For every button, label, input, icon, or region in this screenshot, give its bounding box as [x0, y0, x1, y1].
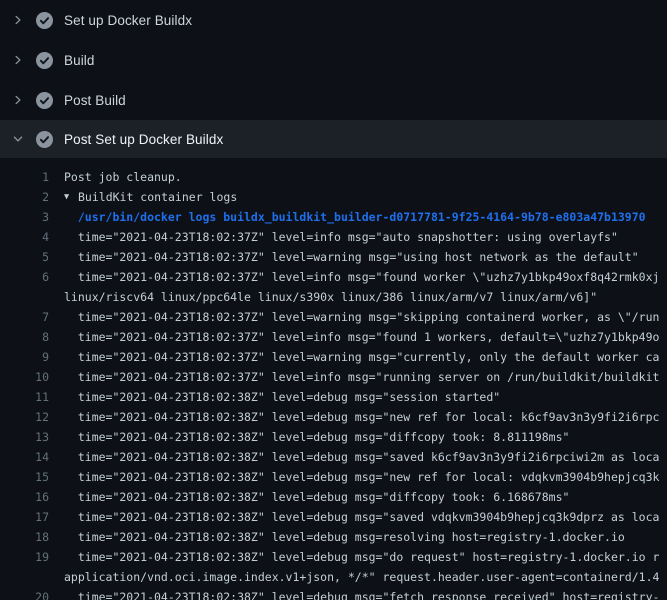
step-title: Set up Docker Buildx [64, 13, 192, 28]
log-text: time="2021-04-23T18:02:38Z" level=debug … [64, 587, 659, 600]
log-line: 1 Post job cleanup. [0, 167, 667, 187]
log-line: 16 time="2021-04-23T18:02:38Z" level=deb… [0, 487, 667, 507]
line-number[interactable]: 1 [0, 167, 49, 187]
log-line: 14 time="2021-04-23T18:02:38Z" level=deb… [0, 447, 667, 467]
line-number[interactable]: 13 [0, 427, 49, 447]
log-text: time="2021-04-23T18:02:38Z" level=debug … [64, 487, 569, 507]
log-text: time="2021-04-23T18:02:38Z" level=debug … [64, 407, 659, 427]
log-line: 11 time="2021-04-23T18:02:38Z" level=deb… [0, 387, 667, 407]
check-circle-icon [36, 92, 53, 109]
log-text: time="2021-04-23T18:02:37Z" level=info m… [64, 327, 659, 347]
group-label: BuildKit container logs [78, 190, 237, 204]
chevron-icon [12, 133, 24, 145]
group-toggle-icon[interactable]: ▼ [64, 187, 78, 207]
log-text: time="2021-04-23T18:02:38Z" level=debug … [64, 427, 569, 447]
log-line: 19 time="2021-04-23T18:02:38Z" level=deb… [0, 547, 667, 567]
log-text: time="2021-04-23T18:02:38Z" level=debug … [64, 507, 659, 527]
step-header-4[interactable]: Post Set up Docker Buildx [0, 120, 667, 158]
log-lines: 1 Post job cleanup. 2 ▼BuildKit containe… [0, 158, 667, 600]
line-number[interactable]: 20 [0, 587, 49, 600]
step-header-3[interactable]: Post Build [0, 80, 667, 120]
check-circle-icon [36, 131, 53, 148]
log-line: 13 time="2021-04-23T18:02:38Z" level=deb… [0, 427, 667, 447]
log-line: 15 time="2021-04-23T18:02:38Z" level=deb… [0, 467, 667, 487]
line-number[interactable]: 10 [0, 367, 49, 387]
line-number[interactable]: 11 [0, 387, 49, 407]
line-number[interactable]: 12 [0, 407, 49, 427]
step-title: Post Build [64, 93, 126, 108]
log-line: 3 /usr/bin/docker logs buildx_buildkit_b… [0, 207, 667, 227]
line-number[interactable]: 19 [0, 547, 49, 567]
check-circle-icon [36, 52, 53, 69]
log-line: 10 time="2021-04-23T18:02:37Z" level=inf… [0, 367, 667, 387]
log-text: time="2021-04-23T18:02:37Z" level=info m… [64, 227, 618, 247]
log-line-continuation: linux/riscv64 linux/ppc64le linux/s390x … [0, 287, 667, 307]
line-number[interactable] [0, 567, 49, 587]
chevron-icon [12, 54, 24, 66]
line-number[interactable]: 6 [0, 267, 49, 287]
log-line-continuation: application/vnd.oci.image.index.v1+json,… [0, 567, 667, 587]
line-number[interactable]: 5 [0, 247, 49, 267]
line-number[interactable] [0, 287, 49, 307]
chevron-icon [12, 14, 24, 26]
log-text: Post job cleanup. [64, 167, 182, 187]
log-text: time="2021-04-23T18:02:38Z" level=debug … [64, 527, 625, 547]
log-text: application/vnd.oci.image.index.v1+json,… [64, 567, 659, 587]
step-title: Build [64, 53, 95, 68]
log-text: time="2021-04-23T18:02:38Z" level=debug … [64, 387, 500, 407]
log-text: time="2021-04-23T18:02:38Z" level=debug … [64, 547, 659, 567]
log-text: time="2021-04-23T18:02:38Z" level=debug … [64, 467, 659, 487]
line-number[interactable]: 16 [0, 487, 49, 507]
log-line: 17 time="2021-04-23T18:02:38Z" level=deb… [0, 507, 667, 527]
log-text: linux/riscv64 linux/ppc64le linux/s390x … [64, 287, 597, 307]
log-line: 4 time="2021-04-23T18:02:37Z" level=info… [0, 227, 667, 247]
log-text: time="2021-04-23T18:02:37Z" level=warnin… [64, 347, 659, 367]
chevron-icon [12, 94, 24, 106]
log-line: 12 time="2021-04-23T18:02:38Z" level=deb… [0, 407, 667, 427]
log-text: time="2021-04-23T18:02:37Z" level=warnin… [64, 307, 659, 327]
log-line: 5 time="2021-04-23T18:02:37Z" level=warn… [0, 247, 667, 267]
line-number[interactable]: 9 [0, 347, 49, 367]
line-number[interactable]: 14 [0, 447, 49, 467]
log-line: 2 ▼BuildKit container logs [0, 187, 667, 207]
line-number[interactable]: 4 [0, 227, 49, 247]
line-number[interactable]: 8 [0, 327, 49, 347]
step-title: Post Set up Docker Buildx [64, 132, 223, 147]
step-header-2[interactable]: Build [0, 40, 667, 80]
log-text: /usr/bin/docker logs buildx_buildkit_bui… [64, 207, 646, 227]
line-number[interactable]: 2 [0, 187, 49, 207]
step-header-1[interactable]: Set up Docker Buildx [0, 0, 667, 40]
log-text: ▼BuildKit container logs [64, 187, 237, 207]
line-number[interactable]: 17 [0, 507, 49, 527]
log-text: time="2021-04-23T18:02:38Z" level=debug … [64, 447, 659, 467]
steps-list: Set up Docker Buildx Build P [0, 0, 667, 158]
log-line: 18 time="2021-04-23T18:02:38Z" level=deb… [0, 527, 667, 547]
line-number[interactable]: 3 [0, 207, 49, 227]
log-line: 20 time="2021-04-23T18:02:38Z" level=deb… [0, 587, 667, 600]
log-line: 7 time="2021-04-23T18:02:37Z" level=warn… [0, 307, 667, 327]
line-number[interactable]: 15 [0, 467, 49, 487]
log-line: 8 time="2021-04-23T18:02:37Z" level=info… [0, 327, 667, 347]
log-line: 6 time="2021-04-23T18:02:37Z" level=info… [0, 267, 667, 287]
log-text: time="2021-04-23T18:02:37Z" level=info m… [64, 367, 659, 387]
log-text: time="2021-04-23T18:02:37Z" level=info m… [64, 267, 659, 287]
line-number[interactable]: 7 [0, 307, 49, 327]
log-line: 9 time="2021-04-23T18:02:37Z" level=warn… [0, 347, 667, 367]
check-circle-icon [36, 12, 53, 29]
log-text: time="2021-04-23T18:02:37Z" level=warnin… [64, 247, 639, 267]
line-number[interactable]: 18 [0, 527, 49, 547]
